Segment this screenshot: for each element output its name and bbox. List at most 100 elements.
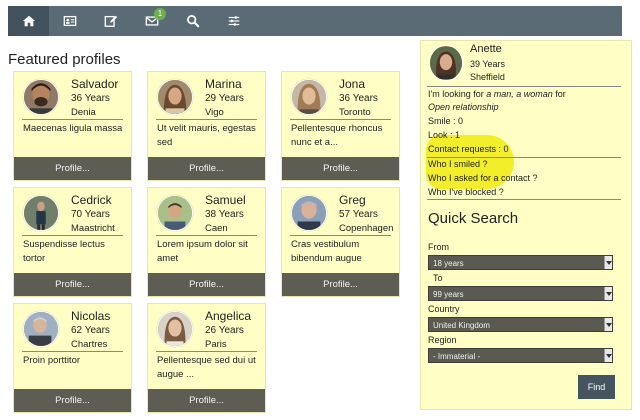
- profile-city: Copenhagen: [339, 223, 394, 234]
- profile-city: Vigo: [205, 107, 224, 118]
- profile-card: Samuel 38 Years Caen Lorem ipsum dolor s…: [147, 187, 266, 297]
- edit-icon: [104, 15, 117, 27]
- sliders-icon: [228, 16, 239, 26]
- avatar: [291, 79, 327, 115]
- profile-name: Greg: [339, 193, 366, 207]
- profile-city: Caen: [205, 223, 228, 234]
- relationship-type: Open relationship: [428, 102, 499, 112]
- divider: [427, 199, 621, 200]
- profile-city: Maastricht: [71, 223, 115, 234]
- divider: [156, 351, 257, 352]
- home-icon: [22, 15, 35, 27]
- nav-search[interactable]: [172, 6, 213, 36]
- profile-description: Maecenas ligula massa: [23, 123, 123, 134]
- chevron-down-icon: [604, 318, 612, 331]
- nav-messages[interactable]: 1: [131, 6, 172, 36]
- profile-card: Cedrick 70 Years Maastricht Suspendisse …: [13, 187, 132, 297]
- profile-age: 62 Years: [71, 325, 110, 336]
- divider: [22, 119, 123, 120]
- from-age-select[interactable]: 18 years: [428, 255, 613, 270]
- country-select[interactable]: United Kingdom: [428, 317, 613, 332]
- profile-button[interactable]: Profile...: [14, 157, 131, 180]
- profile-button[interactable]: Profile...: [282, 157, 399, 180]
- who-i-asked-link[interactable]: Who I asked for a contact ?: [428, 173, 538, 183]
- my-avatar: [429, 45, 463, 81]
- profile-button[interactable]: Profile...: [282, 273, 399, 296]
- profile-description: Lorem ipsum dolor sit amet: [157, 239, 248, 264]
- region-select[interactable]: - Immaterial -: [428, 348, 613, 363]
- profile-age: 26 Years: [205, 325, 244, 336]
- my-city: Sheffield: [470, 72, 505, 82]
- avatar: [23, 79, 59, 115]
- nav-settings[interactable]: [213, 6, 254, 36]
- divider: [427, 157, 621, 158]
- avatar: [157, 79, 193, 115]
- profile-name: Salvador: [71, 77, 119, 91]
- looking-for-text: I'm looking for a man, a woman for Open …: [428, 89, 566, 99]
- smile-count: Smile : 0: [428, 116, 464, 126]
- profile-description: Ut velit mauris, egestas sed: [157, 123, 256, 148]
- profile-age: 36 Years: [339, 93, 378, 104]
- profile-name: Nicolas: [71, 309, 111, 323]
- profile-age: 70 Years: [71, 209, 110, 220]
- country-label: Country: [428, 304, 460, 314]
- divider: [427, 86, 621, 87]
- divider: [156, 119, 257, 120]
- profile-description: Suspendisse lectus tortor: [23, 239, 105, 264]
- profile-name: Samuel: [205, 193, 246, 207]
- profile-button[interactable]: Profile...: [148, 389, 265, 412]
- profile-name: Angelica: [205, 309, 252, 323]
- profile-city: Chartres: [71, 339, 108, 350]
- avatar: [157, 195, 193, 231]
- profile-name: Marina: [205, 77, 242, 91]
- profile-description: Cras vestibulum bibendum augue: [291, 239, 362, 264]
- to-label: To: [433, 273, 443, 283]
- profile-card: Greg 57 Years Copenhagen Cras vestibulum…: [281, 187, 400, 297]
- profile-city: Toronto: [339, 107, 371, 118]
- chevron-down-icon: [604, 256, 612, 269]
- profile-description: Pellentesque sed dui ut augue ...: [157, 355, 256, 380]
- to-age-select[interactable]: 99 years: [428, 286, 613, 301]
- nav-home[interactable]: [8, 6, 49, 36]
- profile-button[interactable]: Profile...: [14, 273, 131, 296]
- profile-age: 57 Years: [339, 209, 378, 220]
- look-count: Look : 1: [428, 130, 461, 140]
- who-i-smiled-link[interactable]: Who I smiled ?: [428, 159, 488, 169]
- profile-age: 38 Years: [205, 209, 244, 220]
- divider: [290, 235, 391, 236]
- nav-profile[interactable]: [49, 6, 90, 36]
- avatar: [23, 311, 59, 347]
- find-button[interactable]: Find: [578, 375, 615, 399]
- profile-button[interactable]: Profile...: [14, 389, 131, 412]
- featured-profiles-title: Featured profiles: [8, 51, 121, 68]
- profile-card: Salvador 36 Years Denia Maecenas ligula …: [13, 71, 132, 181]
- profile-city: Denia: [71, 107, 96, 118]
- divider: [22, 235, 123, 236]
- profile-button[interactable]: Profile...: [148, 273, 265, 296]
- divider: [156, 235, 257, 236]
- who-i-blocked-link[interactable]: Who I've blocked ?: [428, 187, 504, 197]
- profile-button[interactable]: Profile...: [148, 157, 265, 180]
- messages-count-badge: 1: [154, 8, 166, 20]
- quick-search-title: Quick Search: [428, 210, 519, 227]
- profile-name: Cedrick: [71, 193, 112, 207]
- profile-description: Pellentesque rhoncus nunc et a...: [291, 123, 383, 148]
- divider: [290, 119, 391, 120]
- profile-card: Nicolas 62 Years Chartres Proin porttito…: [13, 303, 132, 413]
- profile-card-icon: [63, 15, 76, 27]
- top-nav: 1: [8, 6, 622, 36]
- nav-edit[interactable]: [90, 6, 131, 36]
- profile-age: 36 Years: [71, 93, 110, 104]
- profile-city: Paris: [205, 339, 227, 350]
- chevron-down-icon: [604, 287, 612, 300]
- my-profile-panel: Anette 39 Years Sheffield I'm looking fo…: [420, 40, 632, 410]
- avatar: [157, 311, 193, 347]
- profile-card: Jona 36 Years Toronto Pellentesque rhonc…: [281, 71, 400, 181]
- from-label: From: [428, 242, 449, 252]
- avatar: [23, 195, 59, 231]
- profile-card: Marina 29 Years Vigo Ut velit mauris, eg…: [147, 71, 266, 181]
- contact-requests-count: Contact requests : 0: [428, 144, 509, 154]
- avatar: [291, 195, 327, 231]
- divider: [22, 351, 123, 352]
- profile-description: Proin porttitor: [23, 355, 81, 366]
